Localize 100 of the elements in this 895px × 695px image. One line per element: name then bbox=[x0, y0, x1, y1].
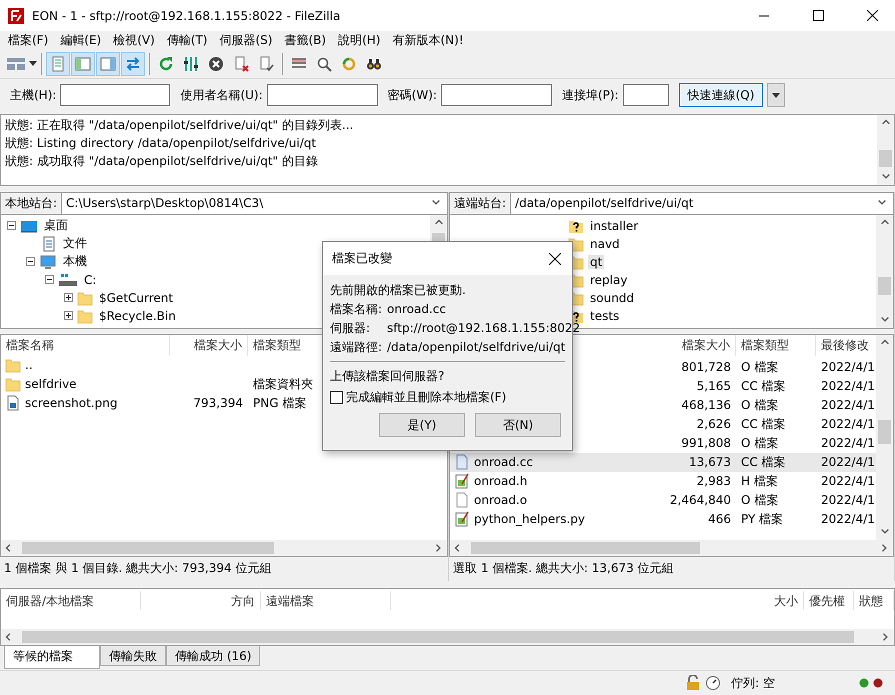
collapse-icon[interactable] bbox=[7, 221, 16, 230]
column-header[interactable]: 狀態 bbox=[854, 591, 894, 610]
field-label: 檔案名稱: bbox=[330, 301, 384, 318]
tree-item[interactable]: $GetCurrent bbox=[97, 290, 176, 305]
caret-icon[interactable] bbox=[29, 60, 37, 67]
vertical-scrollbar[interactable] bbox=[876, 214, 893, 328]
text-file-icon bbox=[454, 511, 470, 528]
tree-item[interactable]: soundd bbox=[588, 290, 636, 305]
tree-item[interactable]: tests bbox=[588, 308, 622, 323]
scrollbar-thumb[interactable] bbox=[878, 276, 891, 295]
close-icon bbox=[866, 10, 878, 21]
tree-item[interactable]: C: bbox=[82, 272, 98, 287]
expand-icon[interactable] bbox=[64, 293, 73, 302]
caret-icon bbox=[772, 92, 780, 98]
column-header[interactable]: 方向 bbox=[141, 591, 261, 610]
app-logo-icon bbox=[8, 8, 24, 24]
collapse-icon[interactable] bbox=[26, 257, 35, 266]
panel-icon bbox=[75, 56, 91, 72]
status-text: 選取 1 個檔案. 總共大小: 13,673 位元組 bbox=[452, 560, 675, 577]
menu-item[interactable]: 伺服器(S) bbox=[214, 32, 278, 49]
column-header[interactable]: 大小 bbox=[764, 591, 804, 610]
dialog-message: 先前開啟的檔案已被更動. bbox=[330, 282, 467, 299]
file-name[interactable]: .. bbox=[25, 358, 33, 372]
toggle-panel-button[interactable] bbox=[121, 52, 145, 76]
vertical-scrollbar[interactable] bbox=[876, 334, 893, 540]
speed-gauge-icon bbox=[705, 675, 722, 692]
input-field[interactable] bbox=[440, 84, 552, 106]
quickconnect-button[interactable]: 快速連線(Q) bbox=[678, 83, 764, 108]
sync-icon bbox=[341, 56, 357, 72]
field-label: 遠端路徑: bbox=[330, 339, 384, 356]
table-cell-text: 2022/4/1 bbox=[820, 474, 876, 488]
tree-item[interactable]: qt bbox=[588, 254, 604, 269]
toggle-panel-button[interactable] bbox=[96, 52, 120, 76]
tree-item[interactable]: $Recycle.Bin bbox=[97, 308, 178, 323]
menu-item[interactable]: 說明(H) bbox=[332, 32, 386, 49]
checkbox[interactable] bbox=[330, 391, 343, 404]
horizontal-scrollbar[interactable] bbox=[450, 540, 893, 556]
file-name[interactable]: onroad.cc bbox=[474, 455, 533, 470]
column-header[interactable]: 優先權 bbox=[804, 591, 854, 610]
toggle-panel-button[interactable] bbox=[46, 52, 70, 76]
window-title: EON - 1 - sftp://root@192.168.1.155:8022 - FileZilla bbox=[32, 8, 342, 22]
collapse-icon[interactable] bbox=[45, 275, 54, 284]
scrollbar-thumb[interactable] bbox=[471, 542, 700, 554]
close-icon bbox=[549, 252, 561, 264]
folder-icon bbox=[5, 376, 21, 392]
column-header[interactable]: 檔案名稱 bbox=[1, 334, 170, 356]
file-name[interactable]: onroad.h bbox=[474, 474, 528, 488]
file-name[interactable]: python_helpers.py bbox=[474, 512, 586, 526]
log-icon bbox=[50, 56, 66, 72]
file-name[interactable]: selfdrive bbox=[25, 377, 77, 392]
scrollbar-thumb[interactable] bbox=[22, 631, 854, 644]
dropdown-button[interactable] bbox=[767, 83, 786, 108]
menu-item[interactable]: 檢視(V) bbox=[107, 32, 161, 49]
input-field[interactable] bbox=[622, 84, 669, 106]
site-label: 本地站台: bbox=[1, 192, 62, 214]
column-header[interactable]: 檔案大小 bbox=[660, 334, 736, 356]
tab[interactable]: 等候的檔案 bbox=[4, 646, 100, 670]
checkbox-label[interactable]: 完成編輯並且刪除本地檔案(F) bbox=[346, 388, 506, 407]
path-field[interactable]: /data/openpilot/selfdrive/ui/qt bbox=[511, 192, 893, 214]
tree-item[interactable]: navd bbox=[588, 236, 622, 251]
toggle-panel-button[interactable] bbox=[71, 52, 95, 76]
tab[interactable]: 傳輸成功 (16) bbox=[166, 646, 260, 666]
tree-item[interactable]: 文件 bbox=[61, 235, 89, 252]
column-header[interactable]: 遠端檔案 bbox=[261, 591, 391, 610]
tree-item[interactable]: 桌面 bbox=[42, 217, 70, 234]
file-name[interactable]: onroad.o bbox=[474, 493, 528, 508]
yes-button[interactable]: 是(Y) bbox=[379, 413, 465, 437]
folder-icon bbox=[5, 357, 21, 374]
no-button[interactable]: 否(N) bbox=[475, 413, 561, 437]
lock-icon bbox=[685, 675, 702, 692]
tree-item[interactable]: replay bbox=[588, 272, 630, 287]
path-field[interactable]: C:\Users\starp\Desktop\0814\C3\ bbox=[62, 192, 447, 214]
menu-item[interactable]: 有新版本(N)! bbox=[386, 32, 470, 49]
menu-item[interactable]: 檔案(F) bbox=[2, 32, 54, 49]
file-name[interactable]: screenshot.png bbox=[25, 396, 118, 410]
menu-item[interactable]: 傳輸(T) bbox=[160, 32, 214, 49]
panel-icon bbox=[100, 56, 116, 72]
tree-item[interactable]: 本機 bbox=[61, 253, 89, 270]
column-header[interactable]: 檔案類型 bbox=[736, 334, 816, 356]
menu-item[interactable]: 編輯(E) bbox=[54, 32, 108, 49]
table-cell-text: 13,673 bbox=[688, 455, 732, 470]
dialog-title: 檔案已改變 bbox=[332, 250, 392, 267]
scrollbar-thumb[interactable] bbox=[878, 420, 891, 444]
table-cell-text: 801,728 bbox=[680, 360, 732, 374]
expand-icon[interactable] bbox=[64, 311, 73, 320]
vertical-scrollbar[interactable] bbox=[877, 114, 894, 185]
column-header[interactable]: 伺服器/本地檔案 bbox=[1, 591, 141, 610]
horizontal-scrollbar[interactable] bbox=[1, 629, 894, 646]
input-field[interactable] bbox=[266, 84, 378, 106]
scrollbar-thumb[interactable] bbox=[22, 542, 274, 554]
column-header[interactable]: 檔案大小 bbox=[170, 334, 248, 356]
input-field[interactable] bbox=[60, 84, 170, 106]
file-icon bbox=[454, 492, 470, 508]
horizontal-scrollbar[interactable] bbox=[1, 540, 447, 556]
tree-item[interactable]: installer bbox=[588, 218, 640, 233]
table-cell-text: 檔案資料夾 bbox=[252, 376, 314, 393]
menu-item[interactable]: 書籤(B) bbox=[278, 32, 332, 49]
scrollbar-thumb[interactable] bbox=[879, 150, 892, 167]
table-cell-text: 466 bbox=[707, 512, 732, 526]
tab[interactable]: 傳輸失敗 bbox=[100, 646, 166, 666]
